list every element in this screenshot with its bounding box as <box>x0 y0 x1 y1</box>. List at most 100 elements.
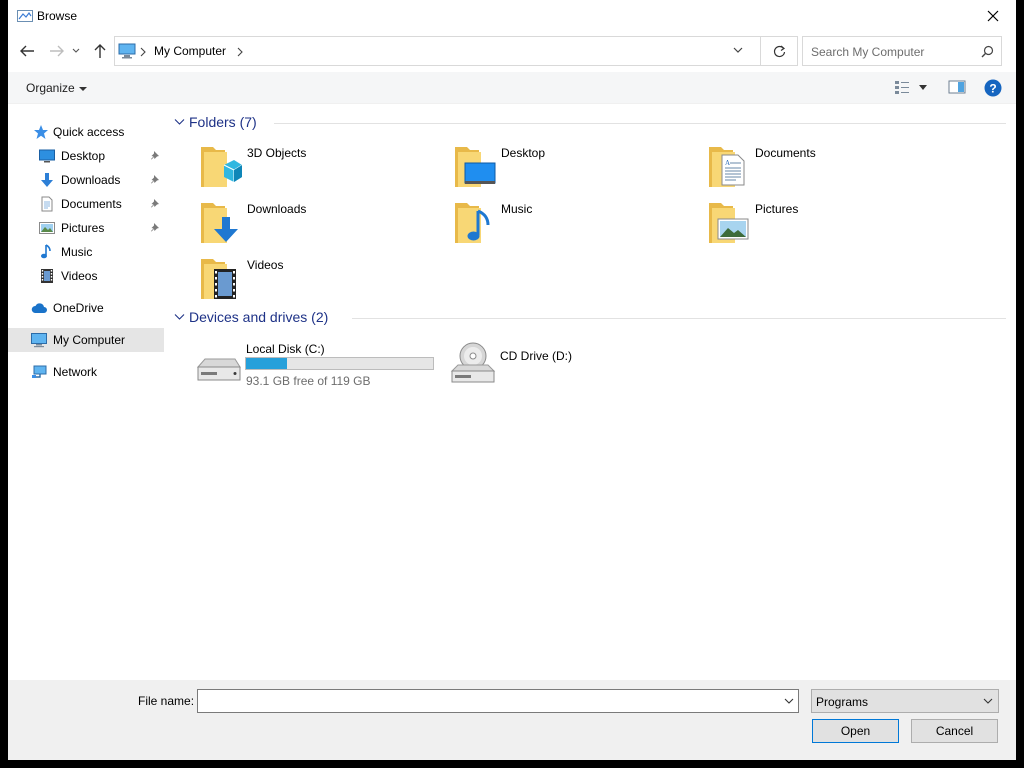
back-button[interactable] <box>17 41 37 61</box>
drive-label: CD Drive (D:) <box>500 349 572 363</box>
cloud-icon <box>31 303 47 313</box>
desktop-icon <box>39 149 55 163</box>
content-pane: Folders (7) 3D Objects Desktop A Documen… <box>164 105 1016 677</box>
folder-tile-pictures[interactable]: Pictures <box>708 199 958 249</box>
filename-input[interactable] <box>197 689 799 713</box>
folder-tile-music[interactable]: Music <box>454 199 704 249</box>
sidebar-item-documents[interactable]: Documents <box>8 192 164 216</box>
group-divider <box>352 318 1006 319</box>
organize-label: Organize <box>26 81 75 95</box>
arrow-left-icon <box>20 45 34 57</box>
music-folder-icon <box>455 203 490 243</box>
videos-icon <box>41 269 53 283</box>
sidebar-item-pictures[interactable]: Pictures <box>8 216 164 240</box>
folder-tile-videos[interactable]: Videos <box>200 255 450 305</box>
arrow-right-icon <box>50 45 64 57</box>
drive-tile-local-disk[interactable]: Local Disk (C:) 93.1 GB free of 119 GB <box>195 339 455 389</box>
navigation-pane: Quick access Desktop Downloads Documents… <box>8 105 164 677</box>
star-icon <box>34 125 48 139</box>
address-history-chevron-icon[interactable] <box>733 45 743 55</box>
view-options-icon[interactable] <box>894 79 910 95</box>
downloads-folder-icon <box>201 203 238 243</box>
cd-drive-icon <box>450 342 496 383</box>
folder-label: Music <box>501 202 533 216</box>
recent-locations-button[interactable] <box>70 41 82 61</box>
file-type-select[interactable]: Programs <box>811 689 999 713</box>
pin-icon <box>151 151 159 160</box>
forward-button[interactable] <box>47 41 67 61</box>
cancel-button[interactable]: Cancel <box>911 719 998 743</box>
sidebar-item-label: Quick access <box>53 125 125 139</box>
folder-tile-downloads[interactable]: Downloads <box>200 199 450 249</box>
sidebar-item-onedrive[interactable]: OneDrive <box>8 296 164 320</box>
svg-text:?: ? <box>989 82 996 96</box>
sidebar-item-label: Pictures <box>61 221 105 235</box>
folder-label: Pictures <box>755 202 799 216</box>
close-button[interactable] <box>970 0 1016 32</box>
address-bar[interactable]: My Computer <box>114 36 798 66</box>
collapse-chevron-icon <box>174 314 185 320</box>
documents-folder-icon: A <box>709 147 745 187</box>
drive-free-space: 93.1 GB free of 119 GB <box>246 374 371 388</box>
search-placeholder: Search My Computer <box>811 45 925 59</box>
sidebar-item-label: Downloads <box>61 173 121 187</box>
drive-usage-bar <box>245 357 434 370</box>
help-icon[interactable]: ? <box>984 79 1002 97</box>
organize-button[interactable]: Organize <box>26 81 87 95</box>
sidebar-item-videos[interactable]: Videos <box>8 264 164 288</box>
browse-dialog: Browse My Computer Search My Computer Or… <box>8 0 1016 760</box>
folders-group-header[interactable]: Folders (7) <box>174 114 1006 134</box>
group-divider <box>274 123 1006 124</box>
network-icon <box>32 365 47 378</box>
collapse-chevron-icon <box>174 119 185 125</box>
drive-tile-cd-drive[interactable]: CD Drive (D:) <box>449 339 709 389</box>
folder-tile-desktop[interactable]: Desktop <box>454 143 704 193</box>
refresh-button[interactable] <box>760 37 798 65</box>
view-menu-caret-icon[interactable] <box>919 85 927 90</box>
search-box[interactable]: Search My Computer <box>802 36 1002 66</box>
title-bar: Browse <box>8 0 1016 32</box>
pin-icon <box>151 175 159 184</box>
pictures-icon <box>39 222 55 234</box>
open-button[interactable]: Open <box>812 719 899 743</box>
folder-label: 3D Objects <box>247 146 307 160</box>
pin-icon <box>151 223 159 232</box>
computer-icon <box>31 333 47 348</box>
desktop-folder-icon <box>455 147 496 187</box>
drive-usage-fill <box>246 358 288 369</box>
chevron-right-icon <box>140 47 146 57</box>
sidebar-item-music[interactable]: Music <box>8 240 164 264</box>
window-title: Browse <box>37 9 78 23</box>
folder-label: Desktop <box>501 146 546 160</box>
sidebar-item-label: My Computer <box>53 333 126 347</box>
sidebar-item-my-computer[interactable]: My Computer <box>8 328 164 352</box>
sidebar-item-downloads[interactable]: Downloads <box>8 168 164 192</box>
hard-drive-icon <box>196 358 241 381</box>
close-icon <box>987 10 999 22</box>
up-button[interactable] <box>90 41 110 61</box>
folder-label: Downloads <box>247 202 307 216</box>
sidebar-item-quick-access[interactable]: Quick access <box>8 120 164 144</box>
refresh-icon <box>773 45 786 57</box>
breadcrumb[interactable]: My Computer <box>154 44 226 58</box>
devices-group-header[interactable]: Devices and drives (2) <box>174 309 1006 329</box>
navigation-bar: My Computer Search My Computer <box>8 32 1016 70</box>
preview-pane-icon[interactable] <box>948 79 966 95</box>
arrow-up-icon <box>94 44 106 58</box>
chevron-down-icon[interactable] <box>784 696 794 706</box>
folder-tile-3d-objects[interactable]: 3D Objects <box>200 143 450 193</box>
sidebar-item-desktop[interactable]: Desktop <box>8 144 164 168</box>
browse-app-icon <box>17 10 33 22</box>
sidebar-item-label: OneDrive <box>53 301 104 315</box>
folder-label: Documents <box>755 146 816 160</box>
pin-icon <box>151 199 159 208</box>
file-dialog-footer: File name: Programs Open Cancel <box>8 680 1016 760</box>
filename-label: File name: <box>138 694 195 708</box>
drive-label: Local Disk (C:) <box>246 342 325 356</box>
sidebar-item-network[interactable]: Network <box>8 360 164 384</box>
group-title: Folders (7) <box>189 114 257 130</box>
music-icon <box>41 244 51 259</box>
chevron-right-icon[interactable] <box>237 47 243 57</box>
folder-tile-documents[interactable]: A Documents <box>708 143 958 193</box>
sidebar-item-label: Music <box>61 245 93 259</box>
